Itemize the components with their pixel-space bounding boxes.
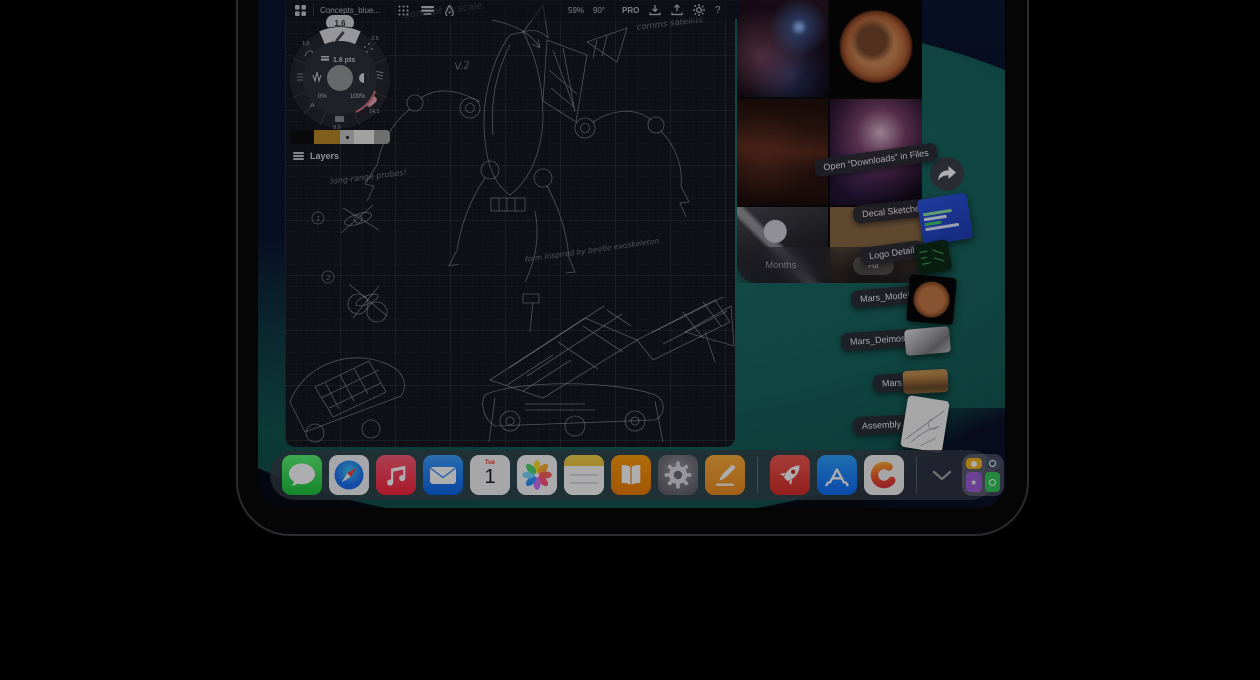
rotation-value[interactable]: 90° xyxy=(593,0,605,20)
color-puck[interactable] xyxy=(327,65,353,91)
annotation-probes: long-range probes! xyxy=(330,168,407,186)
dock-app-messages[interactable] xyxy=(282,455,322,495)
share-arrow-icon xyxy=(937,165,957,183)
concepts-app-window: concept to scale comms satellite V.2 lon… xyxy=(285,0,735,447)
photo-orion-nebula[interactable] xyxy=(830,99,922,205)
safari-icon xyxy=(329,455,369,495)
dock-app-safari[interactable] xyxy=(329,455,369,495)
photos-icon xyxy=(517,455,557,495)
ipad-device: concept to scale comms satellite V.2 lon… xyxy=(236,0,1029,536)
dock-app-music[interactable] xyxy=(376,455,416,495)
chevron-down-icon xyxy=(932,470,952,481)
tab-all[interactable]: All xyxy=(853,256,894,275)
layer-stack-icon[interactable] xyxy=(421,0,434,20)
appstore-icon xyxy=(817,455,857,495)
share-arrow-button[interactable] xyxy=(930,157,964,191)
dock-divider xyxy=(757,457,758,493)
stroke-width-label: 1.6 pts xyxy=(333,57,355,64)
photos-filter-bar: Months All xyxy=(737,247,922,283)
export-icon[interactable] xyxy=(671,0,683,20)
pages-pen-icon xyxy=(705,455,745,495)
settings-gear-icon[interactable] xyxy=(693,0,705,20)
rocket-icon xyxy=(770,455,810,495)
tab-months[interactable]: Months xyxy=(765,260,796,271)
color-palette-strip[interactable] xyxy=(290,130,390,144)
zoom-level[interactable]: 59% xyxy=(568,0,584,20)
palette-swatch-selected[interactable] xyxy=(340,130,354,144)
annotation-num2: 2 xyxy=(326,274,331,282)
import-icon[interactable] xyxy=(649,0,661,20)
dock-app-appstore[interactable] xyxy=(817,455,857,495)
app-library-mini-camera xyxy=(985,458,1001,469)
mail-icon xyxy=(423,455,463,495)
annotation-version: V.2 xyxy=(454,60,470,73)
dock-app-books[interactable] xyxy=(611,455,651,495)
size-upper-left: 1.5 xyxy=(302,41,310,47)
photo-flame-nebula[interactable] xyxy=(737,0,828,97)
app-library-mini-star: ★ xyxy=(966,472,982,492)
size-upper-right: 3.5 xyxy=(371,36,379,42)
help-icon[interactable]: ? xyxy=(715,0,721,20)
messages-icon xyxy=(282,455,322,495)
settings-gear-icon xyxy=(658,455,698,495)
dock-app-rocket[interactable] xyxy=(770,455,810,495)
app-library-mini-tips xyxy=(966,458,982,469)
layers-label: Layers xyxy=(310,151,339,161)
app-library-mini-green xyxy=(985,472,1001,492)
calendar-day: 1 xyxy=(470,466,510,489)
stage: concept to scale comms satellite V.2 lon… xyxy=(0,0,1260,680)
photo-mars-globe[interactable] xyxy=(830,0,922,97)
concepts-c-icon xyxy=(864,455,904,495)
annotation-beetle: form inspired by beetle exoskeleton xyxy=(524,236,660,264)
palette-swatch-gray[interactable] xyxy=(374,130,390,144)
pen-tool-icon[interactable] xyxy=(444,0,455,20)
photo-mars-landscape[interactable] xyxy=(737,99,828,205)
annotation-num1: 1 xyxy=(316,215,320,223)
wallpaper-shade-left xyxy=(258,0,288,430)
dock-divider xyxy=(916,457,917,493)
dock-app-pages[interactable] xyxy=(705,455,745,495)
app-library-button[interactable]: ★ xyxy=(962,454,1004,496)
dock-app-mail[interactable] xyxy=(423,455,463,495)
hamburger-icon xyxy=(293,152,304,160)
palette-swatch-gold[interactable] xyxy=(314,130,340,144)
notes-header xyxy=(564,455,604,466)
photos-app-window: Months All xyxy=(737,0,922,283)
dock: Tue 1 xyxy=(270,450,995,500)
opacity-min: 0% xyxy=(318,94,327,100)
dots-grid-icon[interactable] xyxy=(398,0,409,20)
dock-hide-chevron[interactable] xyxy=(929,455,955,495)
dock-app-concepts[interactable] xyxy=(864,455,904,495)
pro-badge[interactable]: PRO xyxy=(622,0,639,20)
layers-panel-toggle[interactable]: Layers xyxy=(293,151,339,161)
dock-app-settings[interactable] xyxy=(658,455,698,495)
music-icon xyxy=(376,455,416,495)
dock-app-calendar[interactable]: Tue 1 xyxy=(470,455,510,495)
dock-app-notes[interactable] xyxy=(564,455,604,495)
dock-app-photos[interactable] xyxy=(517,455,557,495)
books-icon xyxy=(611,455,651,495)
size-lower-right: 14.5 xyxy=(369,109,380,115)
palette-swatch-black[interactable] xyxy=(290,130,314,144)
ipad-screen: concept to scale comms satellite V.2 lon… xyxy=(258,0,1005,508)
opacity-max: 100% xyxy=(350,94,366,100)
palette-swatch-white[interactable] xyxy=(354,130,374,144)
tool-wheel[interactable]: 1.6 xyxy=(285,12,397,138)
